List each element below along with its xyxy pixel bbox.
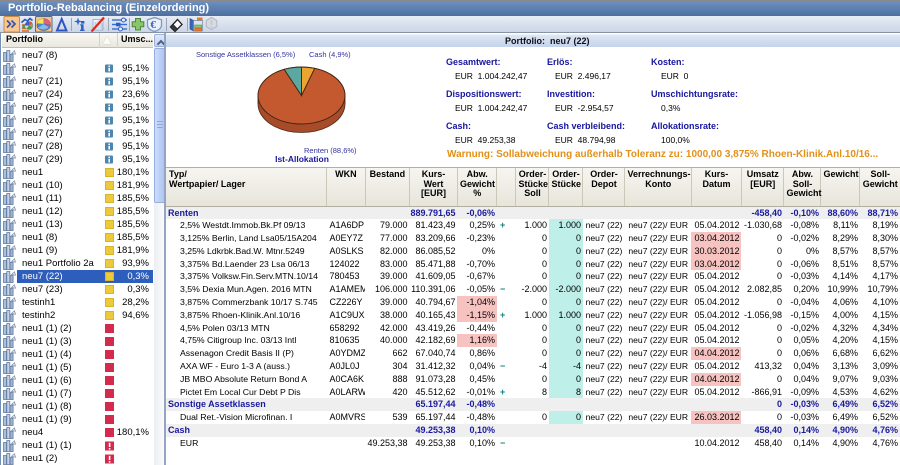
svg-text:€: €	[150, 19, 156, 31]
